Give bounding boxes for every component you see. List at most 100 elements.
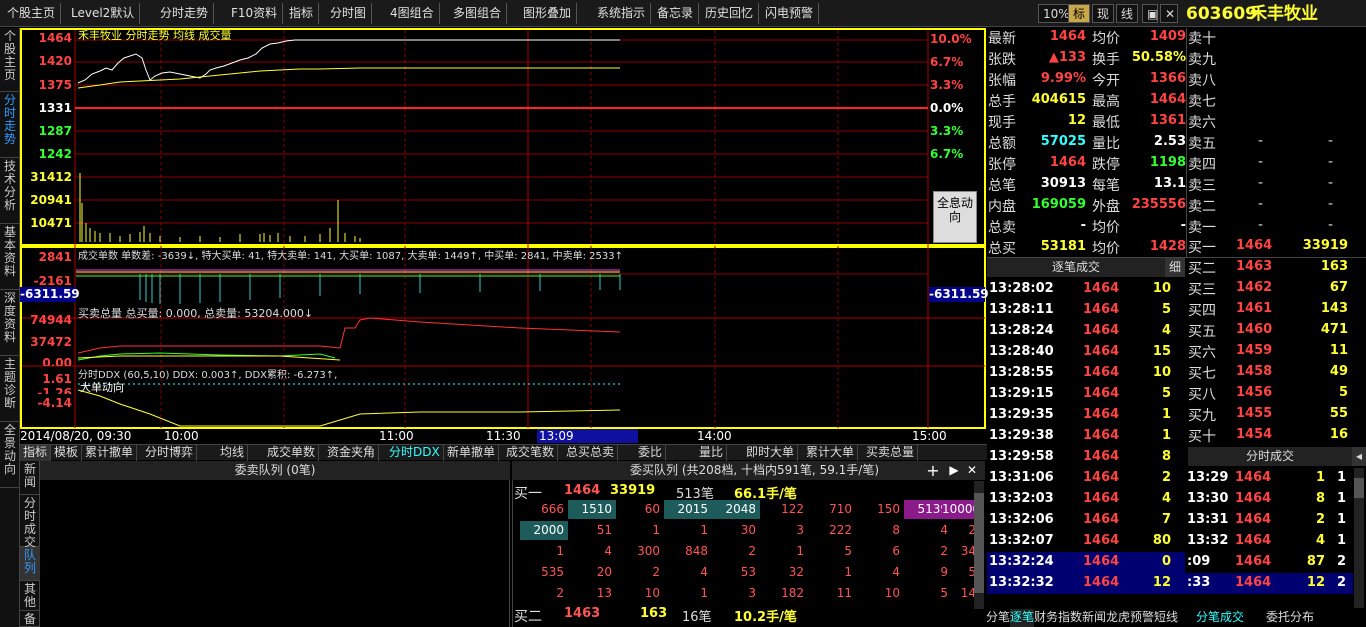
- bottom-tab[interactable]: 逐笔: [1010, 609, 1035, 627]
- chevron-left-icon[interactable]: ◂: [1352, 447, 1366, 466]
- sell-level-row[interactable]: 卖七: [1188, 91, 1366, 112]
- ind-tab-template[interactable]: 模板: [51, 445, 83, 461]
- ind-tab-ddx[interactable]: 分时DDX: [386, 445, 444, 461]
- minute-deal-row[interactable]: 13:31 1464 2 1: [1185, 510, 1353, 531]
- vtab-timeshare[interactable]: 分时走势: [0, 92, 20, 158]
- toolbar-f10[interactable]: F10资料: [226, 3, 284, 24]
- minute-deal-row[interactable]: 13:30 1464 8 1: [1185, 489, 1353, 510]
- ind-tab-big-order[interactable]: 即时大单: [743, 445, 799, 461]
- tick-row[interactable]: 13:32:03 1464 4: [987, 489, 1185, 510]
- sell-level-row[interactable]: 卖四 - -: [1188, 154, 1366, 175]
- tick-detail-button[interactable]: 细: [1165, 258, 1185, 277]
- bottom-tab[interactable]: 预警: [1130, 609, 1154, 627]
- tick-row[interactable]: 13:28:11 1464 5: [987, 300, 1185, 321]
- side-tab-news[interactable]: 新闻: [20, 461, 40, 495]
- bottom-tab[interactable]: 短线: [1154, 609, 1178, 627]
- tick-row[interactable]: 13:29:38 1464 1: [987, 426, 1185, 447]
- plus-icon[interactable]: +: [924, 461, 942, 480]
- ind-tab-cum-big[interactable]: 累计大单: [803, 445, 859, 461]
- ind-tab-fund-angle[interactable]: 资金夹角: [324, 445, 380, 461]
- minute-deals-scrollbar[interactable]: [1354, 468, 1364, 608]
- sell-level-row[interactable]: 卖十: [1188, 28, 1366, 49]
- toolbar-memo[interactable]: 备忘录: [652, 3, 700, 24]
- side-tab-minute-deals[interactable]: 分时成交: [20, 495, 40, 549]
- sell-level-row[interactable]: 卖一 - -: [1188, 217, 1366, 238]
- minute-deal-row[interactable]: :33 1464 12 2: [1185, 573, 1353, 594]
- close-icon[interactable]: ✕: [1160, 4, 1178, 23]
- ind-tab-new-cancel[interactable]: 新单撤单: [444, 445, 500, 461]
- sell-level-row[interactable]: 卖三 - -: [1188, 175, 1366, 196]
- buy-level-row[interactable]: 买九 1455 55: [1188, 405, 1366, 426]
- toolbar-overlay[interactable]: 图形叠加: [518, 3, 578, 24]
- minute-deal-row[interactable]: 13:32 1464 4 1: [1185, 531, 1353, 552]
- ind-tab-game[interactable]: 分时博弈: [142, 445, 198, 461]
- bottom-tab[interactable]: 龙虎: [1106, 609, 1130, 627]
- vtab-deep-info[interactable]: 深度资料: [0, 290, 20, 356]
- ind-tab-total-bs[interactable]: 总买总卖: [563, 445, 619, 461]
- close-icon[interactable]: ✕: [964, 461, 980, 480]
- buy-level-row[interactable]: 买二 1463 163: [1188, 258, 1366, 279]
- play-icon[interactable]: ▶: [946, 461, 962, 480]
- ind-tab-total-volume[interactable]: 买卖总量: [863, 445, 919, 461]
- ind-tab-cancel[interactable]: 累计撤单: [82, 445, 138, 461]
- sell-queue-body[interactable]: [40, 480, 510, 627]
- ind-tab-vol-ratio[interactable]: 量比: [696, 445, 728, 461]
- sell-level-row[interactable]: 卖六: [1188, 112, 1366, 133]
- ind-tab-ma[interactable]: 均线: [217, 445, 249, 461]
- sell-level-row[interactable]: 卖五 - -: [1188, 133, 1366, 154]
- minute-deal-row[interactable]: :09 1464 87 2: [1185, 552, 1353, 573]
- bottom-tab[interactable]: 新闻: [1082, 609, 1106, 627]
- tick-row[interactable]: 13:32:32 1464 12: [987, 573, 1185, 594]
- tick-row[interactable]: 13:32:06 1464 7: [987, 510, 1185, 531]
- buy-level-row[interactable]: 买六 1459 11: [1188, 342, 1366, 363]
- toolbar-line[interactable]: 线: [1116, 4, 1139, 23]
- sell-level-row[interactable]: 卖八: [1188, 70, 1366, 91]
- tick-row[interactable]: 13:28:24 1464 4: [987, 321, 1185, 342]
- toolbar-stock-home[interactable]: 个股主页: [2, 3, 62, 24]
- tick-row[interactable]: 13:31:06 1464 2: [987, 468, 1185, 489]
- sell-level-row[interactable]: 卖九: [1188, 49, 1366, 70]
- side-tab-memo[interactable]: 备忘: [20, 611, 40, 627]
- tick-row[interactable]: 13:29:58 1464 8: [987, 447, 1185, 468]
- toolbar-timechart[interactable]: 分时图: [325, 3, 373, 24]
- bottom-tab-right[interactable]: 分笔成交: [1196, 609, 1244, 627]
- toolbar-now[interactable]: 现: [1092, 4, 1115, 23]
- bottom-tab[interactable]: 指数: [1058, 609, 1082, 627]
- buy-level-row[interactable]: 买五 1460 471: [1188, 321, 1366, 342]
- timeshare-chart[interactable]: 禾丰牧业 分时走势 均线 成交量 1464 1420 1375 1331 128…: [20, 28, 989, 430]
- ind-tab-indicator[interactable]: 指标: [20, 445, 52, 461]
- vtab-basic-info[interactable]: 基本资料: [0, 224, 20, 290]
- panorama-button[interactable]: 全息动向: [933, 191, 977, 243]
- side-tab-queue[interactable]: 队列: [20, 547, 40, 581]
- tick-row[interactable]: 13:29:35 1464 1: [987, 405, 1185, 426]
- vtab-stock-home[interactable]: 个股主页: [0, 28, 20, 92]
- buy-level-row[interactable]: 买八 1456 5: [1188, 384, 1366, 405]
- toolbar-system[interactable]: 系统指示: [592, 3, 652, 24]
- buy-level-row[interactable]: 买七 1458 49: [1188, 363, 1366, 384]
- toolbar-mark[interactable]: 标: [1068, 4, 1091, 23]
- toolbar-4chart[interactable]: 4图组合: [385, 3, 440, 24]
- side-tab-other[interactable]: 其他: [20, 581, 40, 611]
- toolbar-history[interactable]: 历史回忆: [700, 3, 760, 24]
- buy-level-row[interactable]: 买十 1454 16: [1188, 426, 1366, 447]
- tick-row[interactable]: 13:28:02 1464 10: [987, 279, 1185, 300]
- toolbar-timeshare[interactable]: 分时走势: [155, 3, 215, 24]
- sell-level-row[interactable]: 卖二 - -: [1188, 196, 1366, 217]
- bottom-tab[interactable]: 分笔: [986, 609, 1010, 627]
- vtab-panorama[interactable]: 全景动向: [0, 422, 20, 488]
- tick-row[interactable]: 13:32:24 1464 0: [987, 552, 1185, 573]
- tick-row[interactable]: 13:32:07 1464 80: [987, 531, 1185, 552]
- ind-tab-deal-count[interactable]: 成交单数: [264, 445, 320, 461]
- buy-level-row[interactable]: 买四 1461 143: [1188, 300, 1366, 321]
- ind-tab-deal-strokes[interactable]: 成交笔数: [503, 445, 559, 461]
- minute-deal-row[interactable]: 13:29 1464 1 1: [1185, 468, 1353, 489]
- toolbar-indicator[interactable]: 指标: [284, 3, 320, 24]
- buy-level-row[interactable]: 买一 1464 33919: [1188, 237, 1366, 258]
- toolbar-multichart[interactable]: 多图组合: [448, 3, 508, 24]
- toolbar-alert[interactable]: 闪电预警: [760, 3, 820, 24]
- window-icon[interactable]: ▣: [1142, 4, 1158, 23]
- tick-row[interactable]: 13:29:15 1464 5: [987, 384, 1185, 405]
- toolbar-level2[interactable]: Level2默认: [66, 3, 141, 24]
- vtab-tech-analysis[interactable]: 技术分析: [0, 158, 20, 224]
- tick-row[interactable]: 13:28:55 1464 10: [987, 363, 1185, 384]
